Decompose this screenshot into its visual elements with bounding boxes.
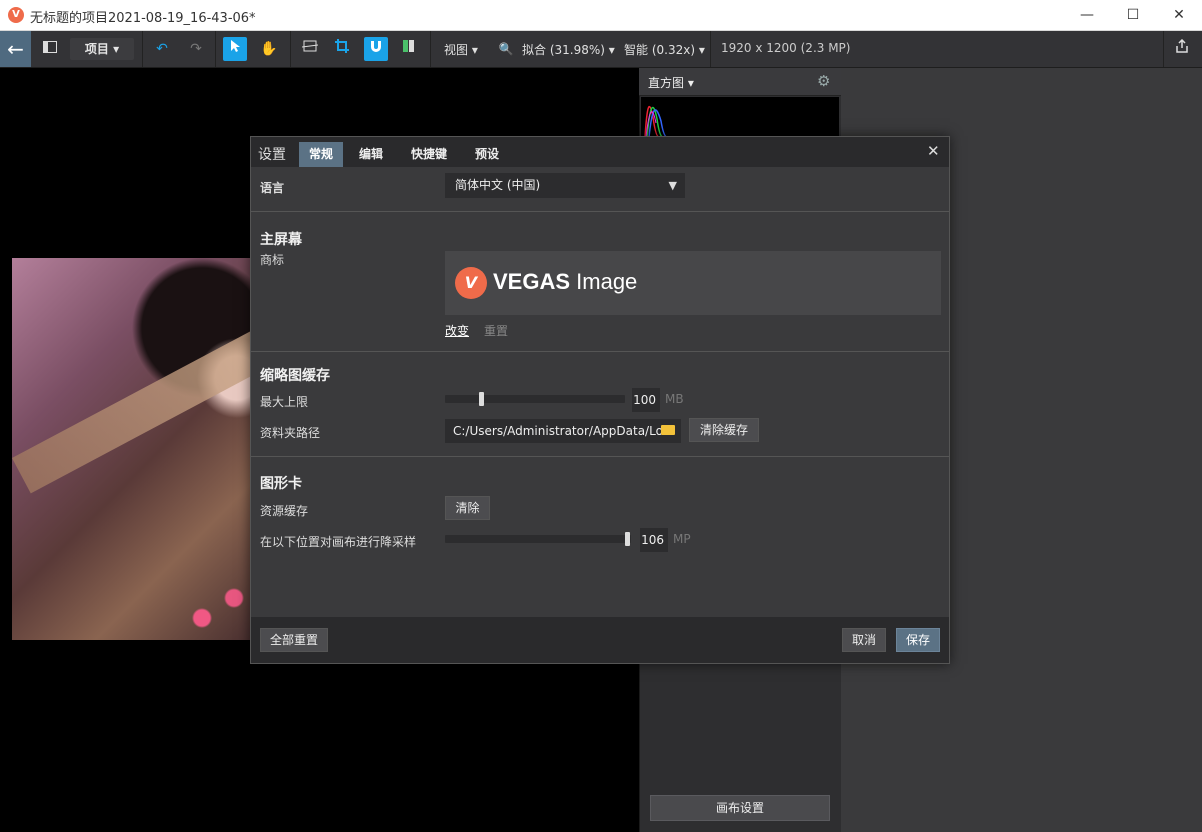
downsample-label: 在以下位置对画布进行降采样 — [260, 535, 417, 549]
downsample-slider-handle[interactable] — [625, 532, 630, 546]
section-divider — [251, 351, 949, 352]
fit-zoom-menu[interactable]: 拟合 (31.98%) ▾ — [522, 41, 615, 58]
home-screen-title: 主屏幕 — [260, 232, 302, 248]
logo-preview: V VEGAS Image — [445, 251, 941, 315]
dialog-header: 设置 常规 编辑 快捷键 预设 ✕ — [251, 137, 949, 167]
toolbar-divider — [1163, 31, 1164, 67]
downsample-unit: MP — [673, 532, 691, 546]
toolbar: ← 项目 ▾ ↶ ↷ ✋ 视图 ▾ 🔍 拟合 (31.98%) ▾ 智能 (0.… — [0, 31, 1202, 68]
histogram-menu[interactable]: 直方图 ▾ — [648, 74, 694, 91]
canvas-settings-button[interactable]: 画布设置 — [650, 795, 830, 821]
window-title: 无标题的项目2021-08-19_16-43-06* — [30, 11, 256, 26]
image-info: 1920 x 1200 (2.3 MP) — [721, 41, 851, 55]
straighten-tool-icon[interactable] — [298, 37, 322, 61]
reset-all-button[interactable]: 全部重置 — [260, 628, 328, 652]
max-limit-input[interactable]: 100 — [632, 388, 660, 412]
language-select[interactable]: 简体中文 (中国) ▼ — [445, 173, 685, 198]
toolbar-divider — [215, 31, 216, 67]
resource-cache-label: 资源缓存 — [260, 504, 309, 518]
vegas-logo-icon: V — [455, 267, 487, 299]
downsample-slider[interactable] — [445, 535, 631, 543]
photo-detail — [12, 307, 250, 494]
toolbar-divider — [290, 31, 291, 67]
max-limit-slider[interactable] — [445, 395, 625, 403]
graphics-card-title: 图形卡 — [260, 476, 302, 492]
zoom-icon[interactable]: 🔍 — [494, 37, 518, 61]
tab-shortcuts[interactable]: 快捷键 — [401, 142, 457, 167]
max-limit-label: 最大上限 — [260, 395, 309, 409]
share-export-icon[interactable] — [1170, 37, 1194, 61]
save-button[interactable]: 保存 — [896, 628, 940, 652]
change-logo-link[interactable]: 改变 — [445, 322, 469, 339]
app-logo-icon: V — [8, 7, 24, 23]
downsample-input[interactable]: 106 — [640, 528, 668, 552]
vegas-wordmark: VEGAS Image — [493, 269, 638, 294]
clear-resource-button[interactable]: 清除 — [445, 496, 490, 520]
magnet-snap-icon[interactable] — [364, 37, 388, 61]
back-button[interactable]: ← — [0, 31, 31, 67]
section-divider — [251, 456, 949, 457]
language-value: 简体中文 (中国) — [455, 178, 541, 192]
section-divider — [251, 211, 949, 212]
clear-cache-button[interactable]: 清除缓存 — [689, 418, 759, 442]
toolbar-divider — [710, 31, 711, 67]
gear-icon[interactable]: ⚙ — [817, 72, 830, 90]
maximize-button[interactable]: ☐ — [1110, 0, 1156, 31]
tab-edit[interactable]: 编辑 — [349, 142, 393, 167]
hand-tool-icon[interactable]: ✋ — [257, 37, 281, 61]
reset-logo-link[interactable]: 重置 — [484, 322, 508, 339]
toolbar-divider — [142, 31, 143, 67]
close-window-button[interactable]: ✕ — [1156, 0, 1202, 31]
language-label: 语言 — [260, 181, 285, 195]
max-limit-unit: MB — [665, 392, 684, 406]
tab-general[interactable]: 常规 — [299, 142, 344, 167]
toolbar-divider — [430, 31, 431, 67]
thumbnail-cache-title: 缩略图缓存 — [260, 368, 330, 384]
logo-label: 商标 — [260, 253, 285, 267]
view-menu[interactable]: 视图 ▾ — [444, 41, 478, 58]
chevron-down-icon: ▼ — [668, 179, 677, 192]
tab-presets[interactable]: 预设 — [465, 142, 509, 167]
canvas-photo[interactable] — [12, 258, 250, 640]
histogram-graph — [641, 97, 839, 138]
max-limit-slider-handle[interactable] — [479, 392, 484, 406]
crop-tool-icon[interactable] — [330, 37, 354, 61]
dialog-title: 设置 — [258, 147, 286, 163]
select-tool-icon[interactable] — [223, 37, 247, 61]
compare-icon[interactable] — [397, 37, 421, 61]
minimize-button[interactable]: — — [1064, 0, 1110, 31]
dialog-footer: 全部重置 取消 保存 — [251, 617, 949, 663]
settings-dialog: 设置 常规 编辑 快捷键 预设 ✕ 语言 简体中文 (中国) ▼ 主屏幕 商标 … — [250, 136, 950, 664]
project-menu[interactable]: 项目 ▾ — [70, 38, 134, 60]
redo-icon[interactable]: ↷ — [184, 37, 208, 61]
panel-toggle-icon[interactable] — [38, 37, 62, 61]
folder-path-input[interactable]: C:/Users/Administrator/AppData/Lo — [445, 419, 681, 443]
folder-path-label: 资料夹路径 — [260, 426, 321, 440]
close-icon[interactable]: ✕ — [927, 142, 940, 160]
cancel-button[interactable]: 取消 — [842, 628, 886, 652]
folder-icon[interactable] — [661, 425, 675, 435]
smart-scale-menu[interactable]: 智能 (0.32x) ▾ — [624, 41, 705, 58]
undo-icon[interactable]: ↶ — [150, 37, 174, 61]
histogram-header: 直方图 ▾ ⚙ — [639, 68, 841, 96]
title-bar: V 无标题的项目2021-08-19_16-43-06* — ☐ ✕ — [0, 0, 1202, 31]
